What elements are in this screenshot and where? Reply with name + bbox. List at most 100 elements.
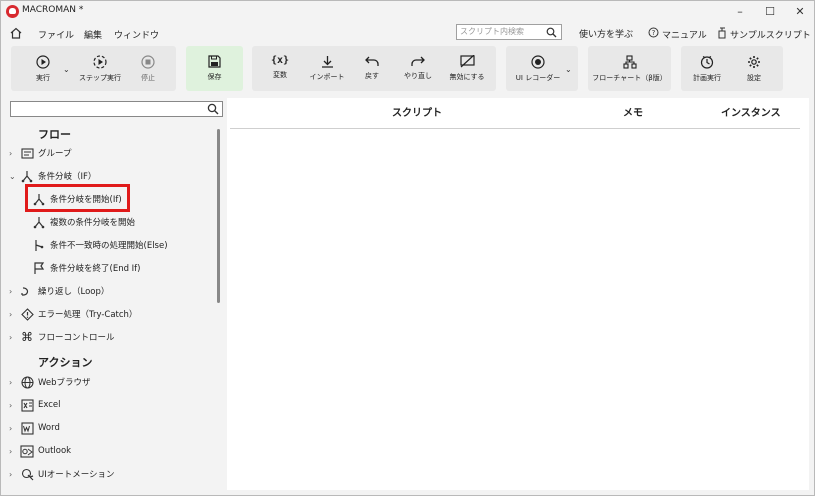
home-icon[interactable] [10, 27, 22, 42]
branch-icon [31, 216, 47, 229]
menu-window[interactable]: ウィンドウ [114, 28, 159, 41]
variables-label: 変数 [273, 71, 287, 79]
title-bar: MACROMAN * – ☐ ✕ [1, 1, 814, 22]
settings-button[interactable]: 設定 [739, 46, 769, 91]
schedule-icon [700, 56, 714, 69]
sidebar-scrollbar[interactable] [217, 129, 220, 303]
sidebar-item-excel[interactable]: › Excel [9, 395, 61, 415]
toolbar-group-save: 保存 [186, 46, 243, 91]
ui-recorder-button[interactable]: UI レコーダー [512, 46, 564, 91]
column-header-divider [230, 128, 800, 129]
sidebar-item-if[interactable]: ⌄ 条件分岐（IF） [9, 166, 96, 186]
recorder-dropdown-chevron-icon[interactable]: ⌄ [565, 65, 572, 74]
disable-button[interactable]: 無効にする [444, 46, 490, 91]
sidebar-item-outlook[interactable]: › Outlook [9, 441, 71, 461]
chevron-down-icon[interactable]: ⌄ [9, 172, 19, 181]
sidebar-item-loop[interactable]: › 繰り返し（Loop） [9, 281, 109, 301]
sidebar-item-try-catch[interactable]: › エラー処理（Try-Catch） [9, 304, 137, 324]
warning-icon [19, 307, 35, 321]
disable-icon [459, 55, 475, 68]
action-search-input[interactable] [10, 101, 223, 117]
flowchart-icon [622, 55, 637, 69]
toolbar-group-run: 実行 ⌄ ステップ実行 停止 [11, 46, 176, 91]
chevron-right-icon[interactable]: › [9, 310, 19, 319]
menu-file[interactable]: ファイル [38, 28, 74, 41]
run-dropdown-chevron-icon[interactable]: ⌄ [63, 65, 70, 74]
run-button[interactable]: 実行 [25, 46, 61, 91]
column-header-memo[interactable]: メモ [623, 104, 643, 119]
flowchart-label: フローチャート（β版） [592, 74, 667, 82]
script-search-input[interactable]: スクリプト内検索 [456, 24, 562, 40]
save-icon [208, 55, 221, 68]
chevron-right-icon[interactable]: › [9, 149, 19, 158]
step-run-button[interactable]: ステップ実行 [73, 46, 127, 91]
learn-link-label: 使い方を学ぶ [579, 30, 634, 40]
schedule-label: 計画実行 [693, 74, 721, 82]
sidebar-item-word[interactable]: › Word [9, 418, 60, 438]
sample-script-link[interactable]: サンプルスクリプト [717, 27, 811, 42]
chevron-right-icon[interactable]: › [9, 447, 19, 456]
search-icon[interactable] [546, 27, 557, 41]
branch-icon [19, 170, 35, 183]
undo-icon [365, 56, 379, 66]
column-header-script[interactable]: スクリプト [392, 104, 442, 119]
chevron-right-icon[interactable]: › [9, 378, 19, 387]
section-action-heading: アクション [38, 356, 93, 369]
sidebar-item-web-browser[interactable]: › Webブラウザ [9, 372, 91, 392]
sidebar-item-else[interactable]: 条件不一致時の処理開始(Else) [31, 235, 168, 255]
stop-button[interactable]: 停止 [133, 46, 163, 91]
undo-button[interactable]: 戻す [358, 46, 386, 91]
search-icon[interactable] [207, 103, 219, 118]
highlight-box [25, 184, 130, 212]
sidebar-item-label: Outlook [38, 446, 72, 456]
sidebar-item-ui-automation[interactable]: › UIオートメーション [9, 464, 115, 484]
sidebar-item-label: UIオートメーション [38, 470, 115, 480]
manual-link[interactable]: ? マニュアル [648, 27, 707, 41]
undo-label: 戻す [365, 72, 379, 80]
command-icon: ⌘ [21, 330, 33, 344]
chevron-right-icon[interactable]: › [9, 333, 19, 342]
app-logo-icon [6, 5, 19, 18]
close-button[interactable]: ✕ [785, 1, 815, 22]
variables-button[interactable]: {x} 変数 [262, 46, 298, 91]
sidebar-item-label: 条件分岐を終了(End If) [50, 264, 141, 274]
chevron-right-icon[interactable]: › [9, 470, 19, 479]
sidebar-item-label: 条件分岐（IF） [38, 172, 97, 182]
minimize-button[interactable]: – [725, 1, 755, 22]
redo-button[interactable]: やり直し [400, 46, 436, 91]
disable-label: 無効にする [449, 73, 485, 81]
chevron-right-icon[interactable]: › [9, 424, 19, 433]
import-button[interactable]: インポート [304, 46, 350, 91]
sidebar-item-label: エラー処理（Try-Catch） [38, 310, 138, 320]
sidebar-item-label: フローコントロール [38, 333, 115, 343]
toolbar-group-settings: 計画実行 設定 [681, 46, 783, 91]
word-icon [19, 421, 35, 435]
menu-edit[interactable]: 編集 [84, 28, 102, 41]
ui-automation-icon [19, 468, 35, 481]
chevron-right-icon[interactable]: › [9, 401, 19, 410]
chevron-right-icon[interactable]: › [9, 287, 19, 296]
learn-link[interactable]: 使い方を学ぶ [579, 27, 633, 40]
schedule-button[interactable]: 計画実行 [689, 46, 725, 91]
sidebar-item-flow-control[interactable]: › ⌘ フローコントロール [9, 327, 115, 347]
download-icon [321, 56, 333, 68]
script-editor-panel[interactable] [227, 98, 809, 490]
redo-label: やり直し [404, 72, 432, 80]
save-label: 保存 [207, 73, 222, 81]
sidebar-item-multi-if[interactable]: 複数の条件分岐を開始 [31, 212, 135, 232]
variables-icon: {x} [270, 55, 290, 66]
outlook-icon [19, 444, 35, 458]
save-button[interactable]: 保存 [186, 46, 243, 91]
loop-icon [19, 285, 35, 297]
flowchart-button[interactable]: フローチャート（β版） [588, 46, 671, 91]
play-icon [36, 55, 50, 69]
else-icon [31, 239, 47, 252]
maximize-button[interactable]: ☐ [755, 1, 785, 22]
window-title: MACROMAN * [22, 5, 84, 15]
group-icon [19, 147, 35, 159]
column-header-instance[interactable]: インスタンス [721, 104, 781, 119]
sidebar-item-end-if[interactable]: 条件分岐を終了(End If) [31, 258, 141, 278]
toolbar-group-edit: {x} 変数 インポート 戻す やり直し 無効にする [252, 46, 496, 91]
sidebar-item-group[interactable]: › グループ [9, 143, 72, 163]
excel-icon [19, 398, 35, 412]
